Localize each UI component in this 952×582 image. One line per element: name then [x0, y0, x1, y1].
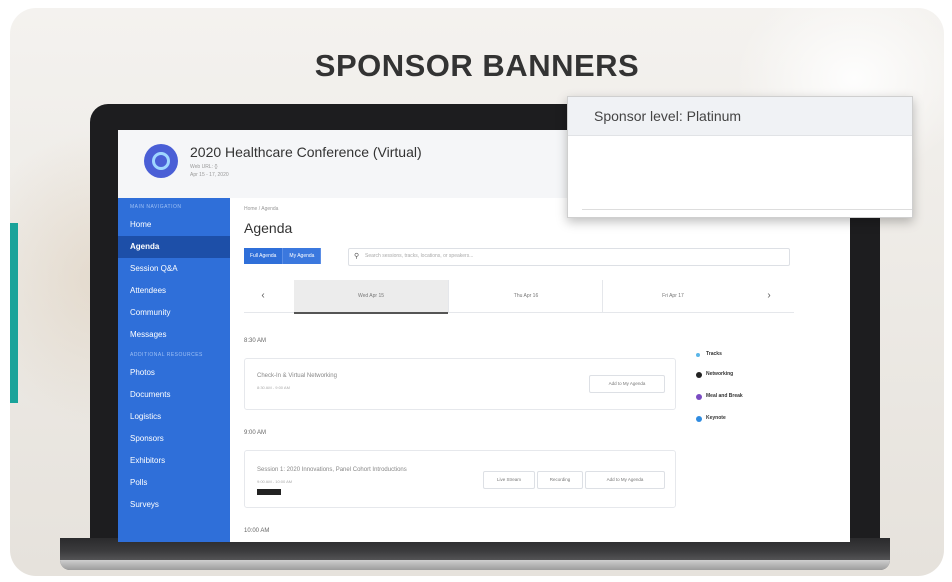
- app-subtitle-dates: Apr 15 - 17, 2020: [190, 172, 229, 178]
- search-input[interactable]: ⚲ Search sessions, tracks, locations, or…: [348, 248, 790, 266]
- session-time: 9:00 AM - 10:00 AM: [257, 479, 293, 484]
- agenda-toggle: Full Agenda My Agenda: [244, 248, 322, 264]
- day-tabs: ‹ Wed Apr 15 Thu Apr 16 Fri Apr 17 ›: [244, 280, 794, 314]
- conference-logo-icon: [144, 144, 178, 178]
- sidebar-item-exhibitors[interactable]: Exhibitors: [118, 450, 230, 472]
- sidebar-item-sponsors[interactable]: Sponsors: [118, 428, 230, 450]
- time-slot-label: 10:00 AM: [244, 528, 270, 534]
- app-title: 2020 Healthcare Conference (Virtual): [190, 144, 422, 160]
- add-to-my-agenda-button[interactable]: Add to My Agenda: [589, 375, 665, 393]
- time-slot-label: 9:00 AM: [244, 430, 267, 436]
- sidebar-item-attendees[interactable]: Attendees: [118, 280, 230, 302]
- popup-divider: [582, 209, 912, 210]
- time-slot-label: 8:30 AM: [244, 338, 267, 344]
- teal-accent-bar: [10, 223, 18, 403]
- search-placeholder: Search sessions, tracks, locations, or s…: [365, 253, 474, 259]
- session-title: Check-In & Virtual Networking: [257, 373, 337, 379]
- sidebar-item-messages[interactable]: Messages: [118, 324, 230, 346]
- sidebar-item-agenda[interactable]: Agenda: [118, 236, 230, 258]
- legend-item-keynote[interactable]: Keynote: [690, 410, 790, 428]
- recording-button[interactable]: Recording: [537, 471, 583, 489]
- sidebar-item-community[interactable]: Community: [118, 302, 230, 324]
- prev-day-arrow-icon[interactable]: ‹: [248, 280, 278, 312]
- live-stream-button[interactable]: Live Stream: [483, 471, 535, 489]
- my-agenda-button[interactable]: My Agenda: [283, 248, 322, 264]
- legend-item-meal-break[interactable]: Meal and Break: [690, 388, 790, 406]
- meal-color-icon: [696, 394, 702, 400]
- tab-thu-apr-16[interactable]: Thu Apr 16: [448, 280, 603, 312]
- full-agenda-button[interactable]: Full Agenda: [244, 248, 284, 264]
- legend-item-networking[interactable]: Networking: [690, 366, 790, 384]
- sponsor-level-label: Sponsor level: Platinum: [568, 97, 912, 136]
- sidebar-item-photos[interactable]: Photos: [118, 362, 230, 384]
- networking-color-icon: [696, 372, 702, 378]
- main-content: Home / Agenda Agenda Full Agenda My Agen…: [230, 198, 850, 542]
- session-title: Session 1: 2020 Innovations, Panel Cohor…: [257, 467, 407, 473]
- tab-fri-apr-17[interactable]: Fri Apr 17: [602, 280, 743, 312]
- sidebar-section-main: MAIN NAVIGATION: [130, 204, 182, 210]
- sidebar-item-polls[interactable]: Polls: [118, 472, 230, 494]
- search-icon: ⚲: [354, 253, 360, 260]
- sidebar-item-surveys[interactable]: Surveys: [118, 494, 230, 516]
- legend-item-tracks[interactable]: Tracks: [690, 346, 790, 364]
- session-time: 8:30 AM - 9:00 AM: [257, 385, 290, 390]
- tracks-color-icon: [696, 353, 700, 357]
- page-title: Agenda: [244, 220, 293, 236]
- tab-wed-apr-15[interactable]: Wed Apr 15: [294, 280, 448, 314]
- session-card-checkin[interactable]: Check-In & Virtual Networking 8:30 AM - …: [244, 358, 676, 410]
- sidebar-item-logistics[interactable]: Logistics: [118, 406, 230, 428]
- session-track-tag: [257, 489, 281, 495]
- sponsor-banner-popup: Sponsor level: Platinum: [567, 96, 913, 218]
- session-card-session-1[interactable]: Session 1: 2020 Innovations, Panel Cohor…: [244, 450, 676, 508]
- keynote-color-icon: [696, 416, 702, 422]
- laptop-base: [60, 538, 890, 570]
- app-subtitle-url: Web URL: {}: [190, 164, 218, 170]
- sidebar-item-home[interactable]: Home: [118, 214, 230, 236]
- next-day-arrow-icon[interactable]: ›: [754, 280, 784, 312]
- slide-heading: SPONSOR BANNERS: [314, 48, 640, 83]
- add-to-my-agenda-button[interactable]: Add to My Agenda: [585, 471, 665, 489]
- sidebar-item-session-qa[interactable]: Session Q&A: [118, 258, 230, 280]
- breadcrumb: Home / Agenda: [244, 206, 279, 212]
- sidebar-item-documents[interactable]: Documents: [118, 384, 230, 406]
- sidebar: MAIN NAVIGATION Home Agenda Session Q&A …: [118, 198, 230, 542]
- sidebar-section-resources: ADDITIONAL RESOURCES: [130, 352, 203, 358]
